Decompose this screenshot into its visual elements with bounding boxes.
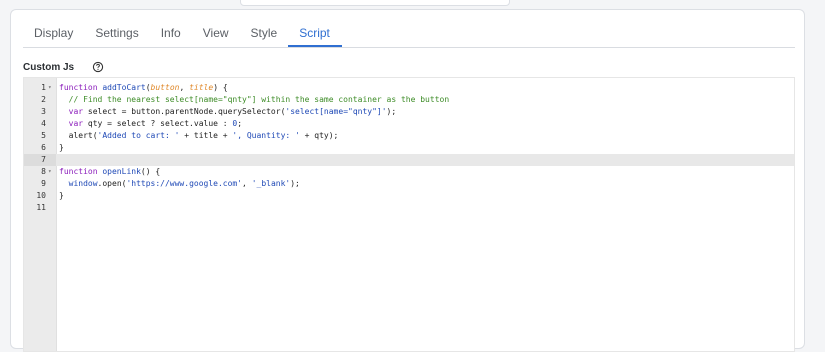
code-text: // Find the nearest select[name="qnty"] … [59, 94, 450, 106]
custom-js-label: Custom Js [23, 61, 75, 73]
tab-display[interactable]: Display [34, 19, 73, 46]
code-text: function addToCart(button, title) { [59, 82, 228, 94]
line-number-cell: 6 [24, 142, 56, 154]
code-token: ) { [213, 83, 228, 92]
code-token: } [59, 191, 64, 200]
line-number: 1 [41, 83, 46, 92]
code-line[interactable]: 2 // Find the nearest select[name="qnty"… [24, 94, 794, 106]
code-text: window.open('https://www.google.com', '_… [59, 178, 300, 190]
code-token: openLink [102, 167, 141, 176]
tab-info[interactable]: Info [161, 19, 181, 46]
line-number: 3 [41, 107, 46, 116]
code-token: ); [290, 179, 300, 188]
code-line[interactable]: 6} [24, 142, 794, 154]
code-token: function [59, 167, 103, 176]
code-token: button [150, 83, 180, 92]
code-line[interactable]: 5 alert('Added to cart: ' + title + ', Q… [24, 130, 794, 142]
line-number-cell: 1 ▾ [24, 82, 56, 94]
line-number: 9 [41, 179, 46, 188]
code-token: alert( [59, 131, 98, 140]
fold-arrow-icon[interactable]: ▾ [48, 166, 52, 178]
code-token: addToCart [102, 83, 146, 92]
code-line[interactable]: 9 window.open('https://www.google.com', … [24, 178, 794, 190]
code-line[interactable]: 11 [24, 202, 794, 214]
code-line[interactable]: 8 ▾ function openLink() { [24, 166, 794, 178]
code-line[interactable]: 10} [24, 190, 794, 202]
code-line[interactable]: 7 [24, 154, 794, 166]
code-token: qty = select ? select.value : [83, 119, 233, 128]
code-line[interactable]: 3 var select = button.parentNode.querySe… [24, 106, 794, 118]
line-number-cell: 8 ▾ [24, 166, 56, 178]
line-number-cell: 7 [24, 154, 56, 166]
line-number-cell: 4 [24, 118, 56, 130]
code-token: '_blank' [251, 179, 291, 188]
line-number: 4 [41, 119, 46, 128]
code-editor[interactable]: 1 ▾ function addToCart(button, title) {2 /… [23, 77, 795, 352]
code-text: } [59, 190, 64, 202]
code-token: function [59, 83, 103, 92]
line-number-cell: 5 [24, 130, 56, 142]
code-token: , [179, 83, 190, 92]
tab-settings[interactable]: Settings [95, 19, 138, 46]
line-number-cell: 10 [24, 190, 56, 202]
line-number: 6 [41, 143, 46, 152]
code-token: // Find the nearest select[name="qnty"] … [68, 95, 450, 104]
line-number: 11 [36, 203, 46, 212]
code-text: } [59, 142, 64, 154]
top-bar-edge [240, 0, 510, 6]
line-number-cell: 9 [24, 178, 56, 190]
code-text: alert('Added to cart: ' + title + ', Qua… [59, 130, 339, 142]
code-token: () { [140, 167, 161, 176]
code-token: 'select[name="qnty"]' [285, 107, 387, 116]
code-line[interactable]: 4 var qty = select ? select.value : 0; [24, 118, 794, 130]
code-token: 'Added to cart: ' [97, 131, 180, 140]
code-token: title [189, 83, 214, 92]
code-token: 'https://www.google.com' [126, 179, 243, 188]
code-text: var select = button.parentNode.querySele… [59, 106, 397, 118]
code-token: } [59, 143, 64, 152]
line-number: 5 [41, 131, 46, 140]
code-token: window [68, 179, 98, 188]
code-token: ; [237, 119, 243, 128]
tab-style[interactable]: Style [251, 19, 278, 46]
fold-arrow-icon[interactable]: ▾ [48, 82, 52, 94]
line-number: 8 [41, 167, 46, 176]
line-number-cell: 11 [24, 202, 56, 214]
code-text: var qty = select ? select.value : 0; [59, 118, 242, 130]
line-number: 7 [41, 155, 46, 164]
code-token: var [68, 107, 84, 116]
line-number-cell: 3 [24, 106, 56, 118]
code-token: + title + [179, 131, 233, 140]
line-number: 2 [41, 95, 46, 104]
question-circle-icon[interactable] [91, 60, 105, 74]
code-line[interactable]: 1 ▾ function addToCart(button, title) { [24, 82, 794, 94]
tab-view[interactable]: View [203, 19, 229, 46]
code-token: + qty); [299, 131, 339, 140]
settings-panel: Display Settings Info View Style Script … [10, 9, 805, 352]
line-number-cell: 2 [24, 94, 56, 106]
code-text: function openLink() { [59, 166, 160, 178]
code-token: ', Quantity: ' [232, 131, 300, 140]
code-token: , [242, 179, 252, 188]
tab-script[interactable]: Script [288, 19, 342, 47]
tab-bar: Display Settings Info View Style Script [23, 19, 795, 48]
line-number: 10 [36, 191, 46, 200]
code-token: select = button.parentNode.querySelector… [83, 107, 286, 116]
custom-js-label-row: Custom Js [23, 60, 104, 74]
code-token: var [68, 119, 84, 128]
code-token: .open( [97, 179, 127, 188]
code-token: ); [386, 107, 397, 116]
